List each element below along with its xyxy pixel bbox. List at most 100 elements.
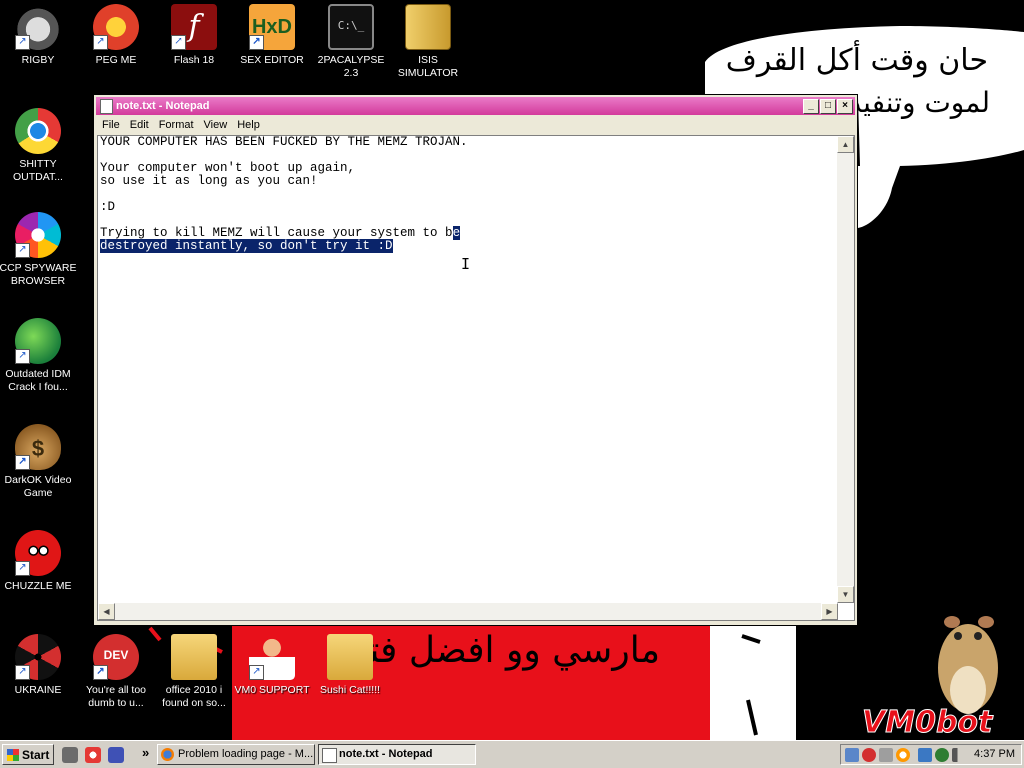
shortcut-arrow-icon: ↗ <box>15 665 30 680</box>
terminal-icon: C:\_ <box>328 4 374 50</box>
pinwheel-icon: ↗ <box>15 212 61 258</box>
tray-volume-icon[interactable] <box>952 748 966 762</box>
tray-search-icon[interactable] <box>896 748 910 762</box>
menu-help[interactable]: Help <box>237 119 260 131</box>
quicklaunch-desktop-icon[interactable] <box>62 747 78 763</box>
menu-bar: File Edit Format View Help <box>96 116 855 135</box>
desktop-icon-ccp-spyware-browser[interactable]: ↗ CCP SPYWARE BROWSER <box>0 212 78 288</box>
system-tray: 4:37 PM <box>840 744 1022 765</box>
quicklaunch-overflow-icon[interactable]: » <box>142 745 149 760</box>
desktop-icon-vm0-support[interactable]: ↗ VM0 SUPPORT <box>232 634 312 697</box>
desktop-icon-label: CCP SPYWARE BROWSER <box>0 262 77 287</box>
quicklaunch-media-icon[interactable] <box>108 747 124 763</box>
text-unselected: Trying to kill MEMZ will cause your syst… <box>100 226 453 240</box>
menu-file[interactable]: File <box>102 119 120 131</box>
desktop-icon-label: PEG ME <box>95 54 137 66</box>
shortcut-arrow-icon: ↗ <box>171 35 186 50</box>
desktop-icon-sex-editor[interactable]: HxD ↗ SEX EDITOR <box>232 4 312 67</box>
desktop-icon-label: UKRAINE <box>14 684 62 696</box>
tray-shield-icon[interactable] <box>879 748 893 762</box>
windows-flag-icon <box>7 749 19 761</box>
devcpp-icon: DEV ↗ <box>93 634 139 680</box>
minimize-button[interactable]: _ <box>803 99 819 114</box>
tray-monitor-icon[interactable] <box>918 748 932 762</box>
tray-security-icon[interactable] <box>862 748 876 762</box>
close-button[interactable]: × <box>837 99 853 114</box>
notepad-window[interactable]: note.txt - Notepad _ □ × File Edit Format V… <box>93 94 858 626</box>
vm0bot-watermark: VM0bot <box>862 705 994 740</box>
tray-user-icon[interactable] <box>935 748 949 762</box>
shortcut-arrow-icon: ↗ <box>93 665 108 680</box>
notepad-title-bar[interactable]: note.txt - Notepad _ □ × <box>96 97 855 115</box>
tray-network-icon[interactable] <box>845 748 859 762</box>
desktop-icon-label: SEX EDITOR <box>240 54 304 66</box>
start-button[interactable]: Start <box>2 744 54 765</box>
shortcut-arrow-icon: ↗ <box>15 561 30 576</box>
notepad-doc-icon <box>322 748 337 763</box>
desktop-icon-flash-18[interactable]: f ↗ Flash 18 <box>154 4 234 67</box>
desktop-icon-peg-me[interactable]: ↗ PEG ME <box>76 4 156 67</box>
scroll-left-icon[interactable]: ◀ <box>98 603 115 620</box>
ibeam-cursor-icon: I <box>461 255 471 273</box>
winrar-icon <box>405 4 451 50</box>
desktop-icon-label: Sushi Cat!!!!! <box>319 684 381 696</box>
desktop-icon-rigby[interactable]: ↗ RIGBY <box>0 4 78 67</box>
window-title: note.txt - Notepad <box>116 100 210 112</box>
task-firefox[interactable]: Problem loading page - M... <box>157 744 315 765</box>
clock[interactable]: 4:37 PM <box>974 745 1015 764</box>
scroll-up-icon[interactable]: ▲ <box>837 136 854 153</box>
idm-globe-icon: ↗ <box>15 318 61 364</box>
text-editor-area[interactable]: YOUR COMPUTER HAS BEEN FUCKED BY THE MEM… <box>97 135 855 621</box>
shortcut-arrow-icon: ↗ <box>249 35 264 50</box>
document-text[interactable]: YOUR COMPUTER HAS BEEN FUCKED BY THE MEM… <box>100 136 835 601</box>
text-line: so use it as long as you can! <box>100 174 318 188</box>
shortcut-arrow-icon: ↗ <box>15 35 30 50</box>
text-line: :D <box>100 200 116 214</box>
desktop-icon-isis-simulator[interactable]: ISIS SIMULATOR <box>388 4 468 80</box>
text-line: destroyed instantly, so don't try it :D <box>100 239 835 253</box>
task-notepad[interactable]: note.txt - Notepad <box>318 744 476 765</box>
desktop-icon-ukraine[interactable]: ↗ UKRAINE <box>0 634 78 697</box>
desktop-icon-2pacalypse[interactable]: C:\_ 2PACALYPSE 2.3 <box>311 4 391 80</box>
desktop-icon-outdated-idm[interactable]: ↗ Outdated IDM Crack I fou... <box>0 318 78 394</box>
desktop-icon-darkok[interactable]: $ ↗ DarkOK Video Game <box>0 424 78 500</box>
menu-format[interactable]: Format <box>159 119 194 131</box>
desktop-icon-chuzzle[interactable]: ↗ CHUZZLE ME <box>0 530 78 593</box>
text-selected: destroyed instantly, so don't try it :D <box>100 239 393 253</box>
money-bag-icon: $ ↗ <box>15 424 61 470</box>
desktop-icon-sushi-cat[interactable]: Sushi Cat!!!!! <box>310 634 390 697</box>
wallpaper-arabic-line2: لموت وتنفيذ <box>848 86 990 119</box>
shortcut-arrow-icon: ↗ <box>15 243 30 258</box>
firefox-icon <box>161 748 174 761</box>
horizontal-scrollbar[interactable]: ◀ ▶ <box>98 603 838 620</box>
peg-p-icon: ↗ <box>93 4 139 50</box>
task-label: note.txt - Notepad <box>339 748 433 760</box>
shortcut-arrow-icon: ↗ <box>93 35 108 50</box>
chrome-icon <box>15 108 61 154</box>
quicklaunch-browser-icon[interactable] <box>85 747 101 763</box>
desktop-icon-label: VM0 SUPPORT <box>234 684 310 696</box>
scroll-down-icon[interactable]: ▼ <box>837 586 854 603</box>
wallpaper-arabic-line1: حان وقت أكل القرف <box>726 39 988 78</box>
desktop-icon-label: SHITTY OUTDAT... <box>13 158 63 183</box>
scroll-right-icon[interactable]: ▶ <box>821 603 838 620</box>
support-person-icon: ↗ <box>249 634 295 680</box>
taskbar: Start » Problem loading page - M... note… <box>0 740 1024 768</box>
desktop-icon-label: CHUZZLE ME <box>4 580 72 592</box>
shortcut-arrow-icon: ↗ <box>15 455 30 470</box>
radiation-icon: ↗ <box>15 634 61 680</box>
text-line <box>100 188 835 201</box>
text-line: YOUR COMPUTER HAS BEEN FUCKED BY THE MEM… <box>100 135 468 149</box>
maximize-button[interactable]: □ <box>820 99 836 114</box>
desktop-icon-devcpp[interactable]: DEV ↗ You're all too dumb to u... <box>76 634 156 710</box>
flash-icon: f ↗ <box>171 4 217 50</box>
start-label: Start <box>22 748 50 762</box>
desktop-icon-office-2010[interactable]: office 2010 i found on so... <box>154 634 234 710</box>
desktop-icon-chrome[interactable]: SHITTY OUTDAT... <box>0 108 78 184</box>
vertical-scrollbar[interactable]: ▲ ▼ <box>837 136 854 603</box>
menu-edit[interactable]: Edit <box>130 119 149 131</box>
desktop-icon-label: 2PACALYPSE 2.3 <box>317 54 385 79</box>
desktop-icon-label: Outdated IDM Crack I fou... <box>5 368 71 393</box>
menu-view[interactable]: View <box>204 119 228 131</box>
shortcut-arrow-icon: ↗ <box>249 665 264 680</box>
